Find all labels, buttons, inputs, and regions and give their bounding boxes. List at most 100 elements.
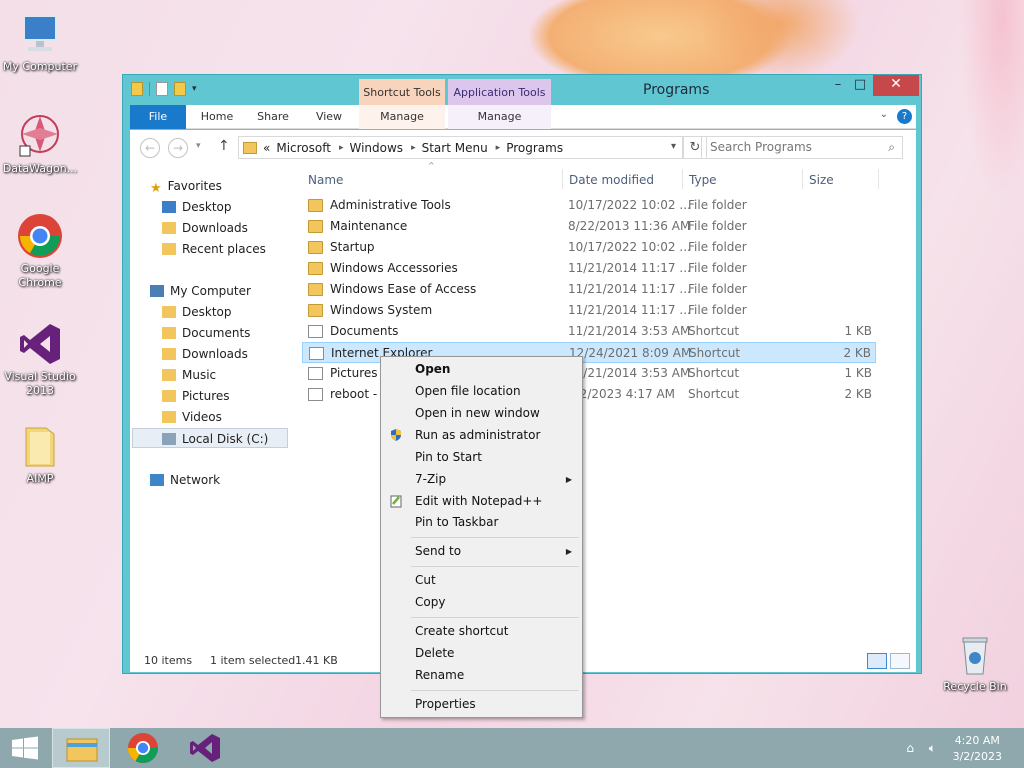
file-size: 1 KB [844,366,872,380]
desktop-icon-google-chrome[interactable]: Google Chrome [0,212,80,290]
new-folder-icon[interactable] [174,82,186,96]
large-icons-view-icon[interactable] [890,653,910,669]
forward-button[interactable]: → [168,138,188,158]
title-bar[interactable]: ▾ Shortcut Tools Application Tools Progr… [123,75,921,106]
file-date: 11/21/2014 3:53 AM [568,324,691,338]
file-type: Shortcut [688,366,740,380]
menu-rename[interactable]: Rename [415,665,464,685]
search-input[interactable]: Search Programs ⌕ [701,136,903,159]
tab-view[interactable]: View [304,105,354,129]
menu-open[interactable]: Open [415,359,450,379]
folder-icon [308,241,323,254]
nav-music[interactable]: Music [162,365,216,385]
table-row[interactable]: Windows Accessories 11/21/2014 11:17 ... F… [302,258,876,279]
menu-7-zip[interactable]: 7-Zip [415,469,446,489]
desktop-icon-aimp[interactable]: AIMP [0,422,80,486]
address-bar[interactable]: « Microsoft ▸ Windows ▸ Start Menu ▸ Pro… [238,136,683,159]
tab-share[interactable]: Share [248,105,298,129]
chevron-right-icon[interactable]: ▸ [411,143,416,153]
table-row[interactable]: Windows Ease of Access 11/21/2014 11:17 .… [302,279,876,300]
nav-my-computer[interactable]: My Computer [150,281,251,301]
nav-downloads[interactable]: Downloads [162,344,248,364]
computer-icon [16,10,64,58]
back-button[interactable]: ← [140,138,160,158]
menu-open-file-location[interactable]: Open file location [415,381,521,401]
nav-videos[interactable]: Videos [162,407,222,427]
nav-pictures[interactable]: Pictures [162,386,230,406]
menu-run-as-administrator[interactable]: Run as administrator [415,425,540,445]
desktop-icon-recycle-bin[interactable]: Recycle Bin [935,630,1015,694]
shortcut-tools-tab[interactable]: Shortcut Tools [359,79,445,106]
nav-network[interactable]: Network [150,470,220,490]
column-name[interactable]: Name [308,173,343,187]
details-view-icon[interactable] [867,653,887,669]
tab-manage-application[interactable]: Manage [448,105,551,129]
folder-icon[interactable] [131,82,143,96]
folder-icon [162,306,176,318]
start-button[interactable] [0,728,50,768]
table-row[interactable]: Documents 11/21/2014 3:53 AM Shortcut 1 KB [302,321,876,342]
customize-toolbar-icon[interactable]: ▾ [192,84,197,94]
application-tools-tab[interactable]: Application Tools [448,79,551,106]
tab-manage-shortcut[interactable]: Manage [359,105,445,129]
tab-file[interactable]: File [130,105,186,129]
menu-copy[interactable]: Copy [415,592,445,612]
tab-home[interactable]: Home [192,105,242,129]
volume-icon[interactable]: 🔈︎ [929,741,936,756]
help-icon[interactable]: ? [897,109,912,124]
expand-ribbon-icon[interactable]: ⌄ [880,109,888,120]
file-type: Shortcut [688,324,740,338]
properties-icon[interactable] [156,82,168,96]
column-date-modified[interactable]: Date modified [569,173,654,187]
recycle-bin-icon [951,630,999,678]
quick-access-toolbar: ▾ [131,82,197,96]
desktop-icon-label: DataWagon... [2,162,78,175]
nav-favorites-downloads[interactable]: Downloads [162,218,248,238]
column-type[interactable]: Type [689,173,717,187]
nav-recent-places[interactable]: Recent places [162,239,266,259]
address-overflow[interactable]: « [263,141,270,155]
taskbar-visual-studio[interactable] [176,728,234,768]
column-size[interactable]: Size [809,173,834,187]
menu-properties[interactable]: Properties [415,694,476,714]
menu-open-new-window[interactable]: Open in new window [415,403,540,423]
table-row[interactable]: Maintenance 8/22/2013 11:36 AM File folder [302,216,876,237]
recent-locations-icon[interactable]: ▾ [196,141,201,151]
taskbar-chrome[interactable] [114,728,172,768]
menu-cut[interactable]: Cut [415,570,436,590]
table-row[interactable]: Windows System 11/21/2014 11:17 ... File f… [302,300,876,321]
network-tray-icon[interactable]: ⌂ [906,741,914,755]
search-icon[interactable]: ⌕ [888,137,895,158]
nav-local-disk[interactable]: Local Disk (C:) [132,428,288,448]
close-button[interactable]: ✕ [873,75,919,96]
desktop-icon-datawagon[interactable]: DataWagon... [0,112,80,176]
up-button[interactable]: ↑ [218,138,230,154]
menu-delete[interactable]: Delete [415,643,454,663]
nav-desktop[interactable]: Desktop [162,302,232,322]
breadcrumb-microsoft[interactable]: Microsoft [276,141,331,155]
chevron-down-icon[interactable]: ▾ [671,141,676,152]
menu-pin-to-start[interactable]: Pin to Start [415,447,482,467]
clock[interactable]: 4:20 AM 3/2/2023 [953,733,1002,765]
table-row[interactable]: Startup 10/17/2022 10:02 ... File folder [302,237,876,258]
clock-date: 3/2/2023 [952,750,1002,763]
desktop-icon-visual-studio[interactable]: Visual Studio 2013 [0,320,80,398]
selection-count: 1 item selected [210,654,296,667]
desktop-icon-my-computer[interactable]: My Computer [0,10,80,74]
nav-favorites-desktop[interactable]: Desktop [162,197,232,217]
chevron-right-icon[interactable]: ▸ [339,143,344,153]
breadcrumb-programs[interactable]: Programs [506,141,563,155]
nav-favorites[interactable]: ★ Favorites [150,176,222,196]
maximize-button[interactable]: □ [847,75,873,96]
menu-pin-to-taskbar[interactable]: Pin to Taskbar [415,512,498,532]
breadcrumb-start-menu[interactable]: Start Menu [422,141,488,155]
file-date: 8/22/2013 11:36 AM [568,219,691,233]
menu-send-to[interactable]: Send to [415,541,461,561]
table-row[interactable]: Administrative Tools 10/17/2022 10:02 ...… [302,195,876,216]
taskbar-file-explorer[interactable] [52,728,110,768]
menu-create-shortcut[interactable]: Create shortcut [415,621,508,641]
menu-edit-with-notepad[interactable]: Edit with Notepad++ [415,491,542,511]
chevron-right-icon[interactable]: ▸ [496,143,501,153]
breadcrumb-windows[interactable]: Windows [349,141,403,155]
nav-documents[interactable]: Documents [162,323,250,343]
